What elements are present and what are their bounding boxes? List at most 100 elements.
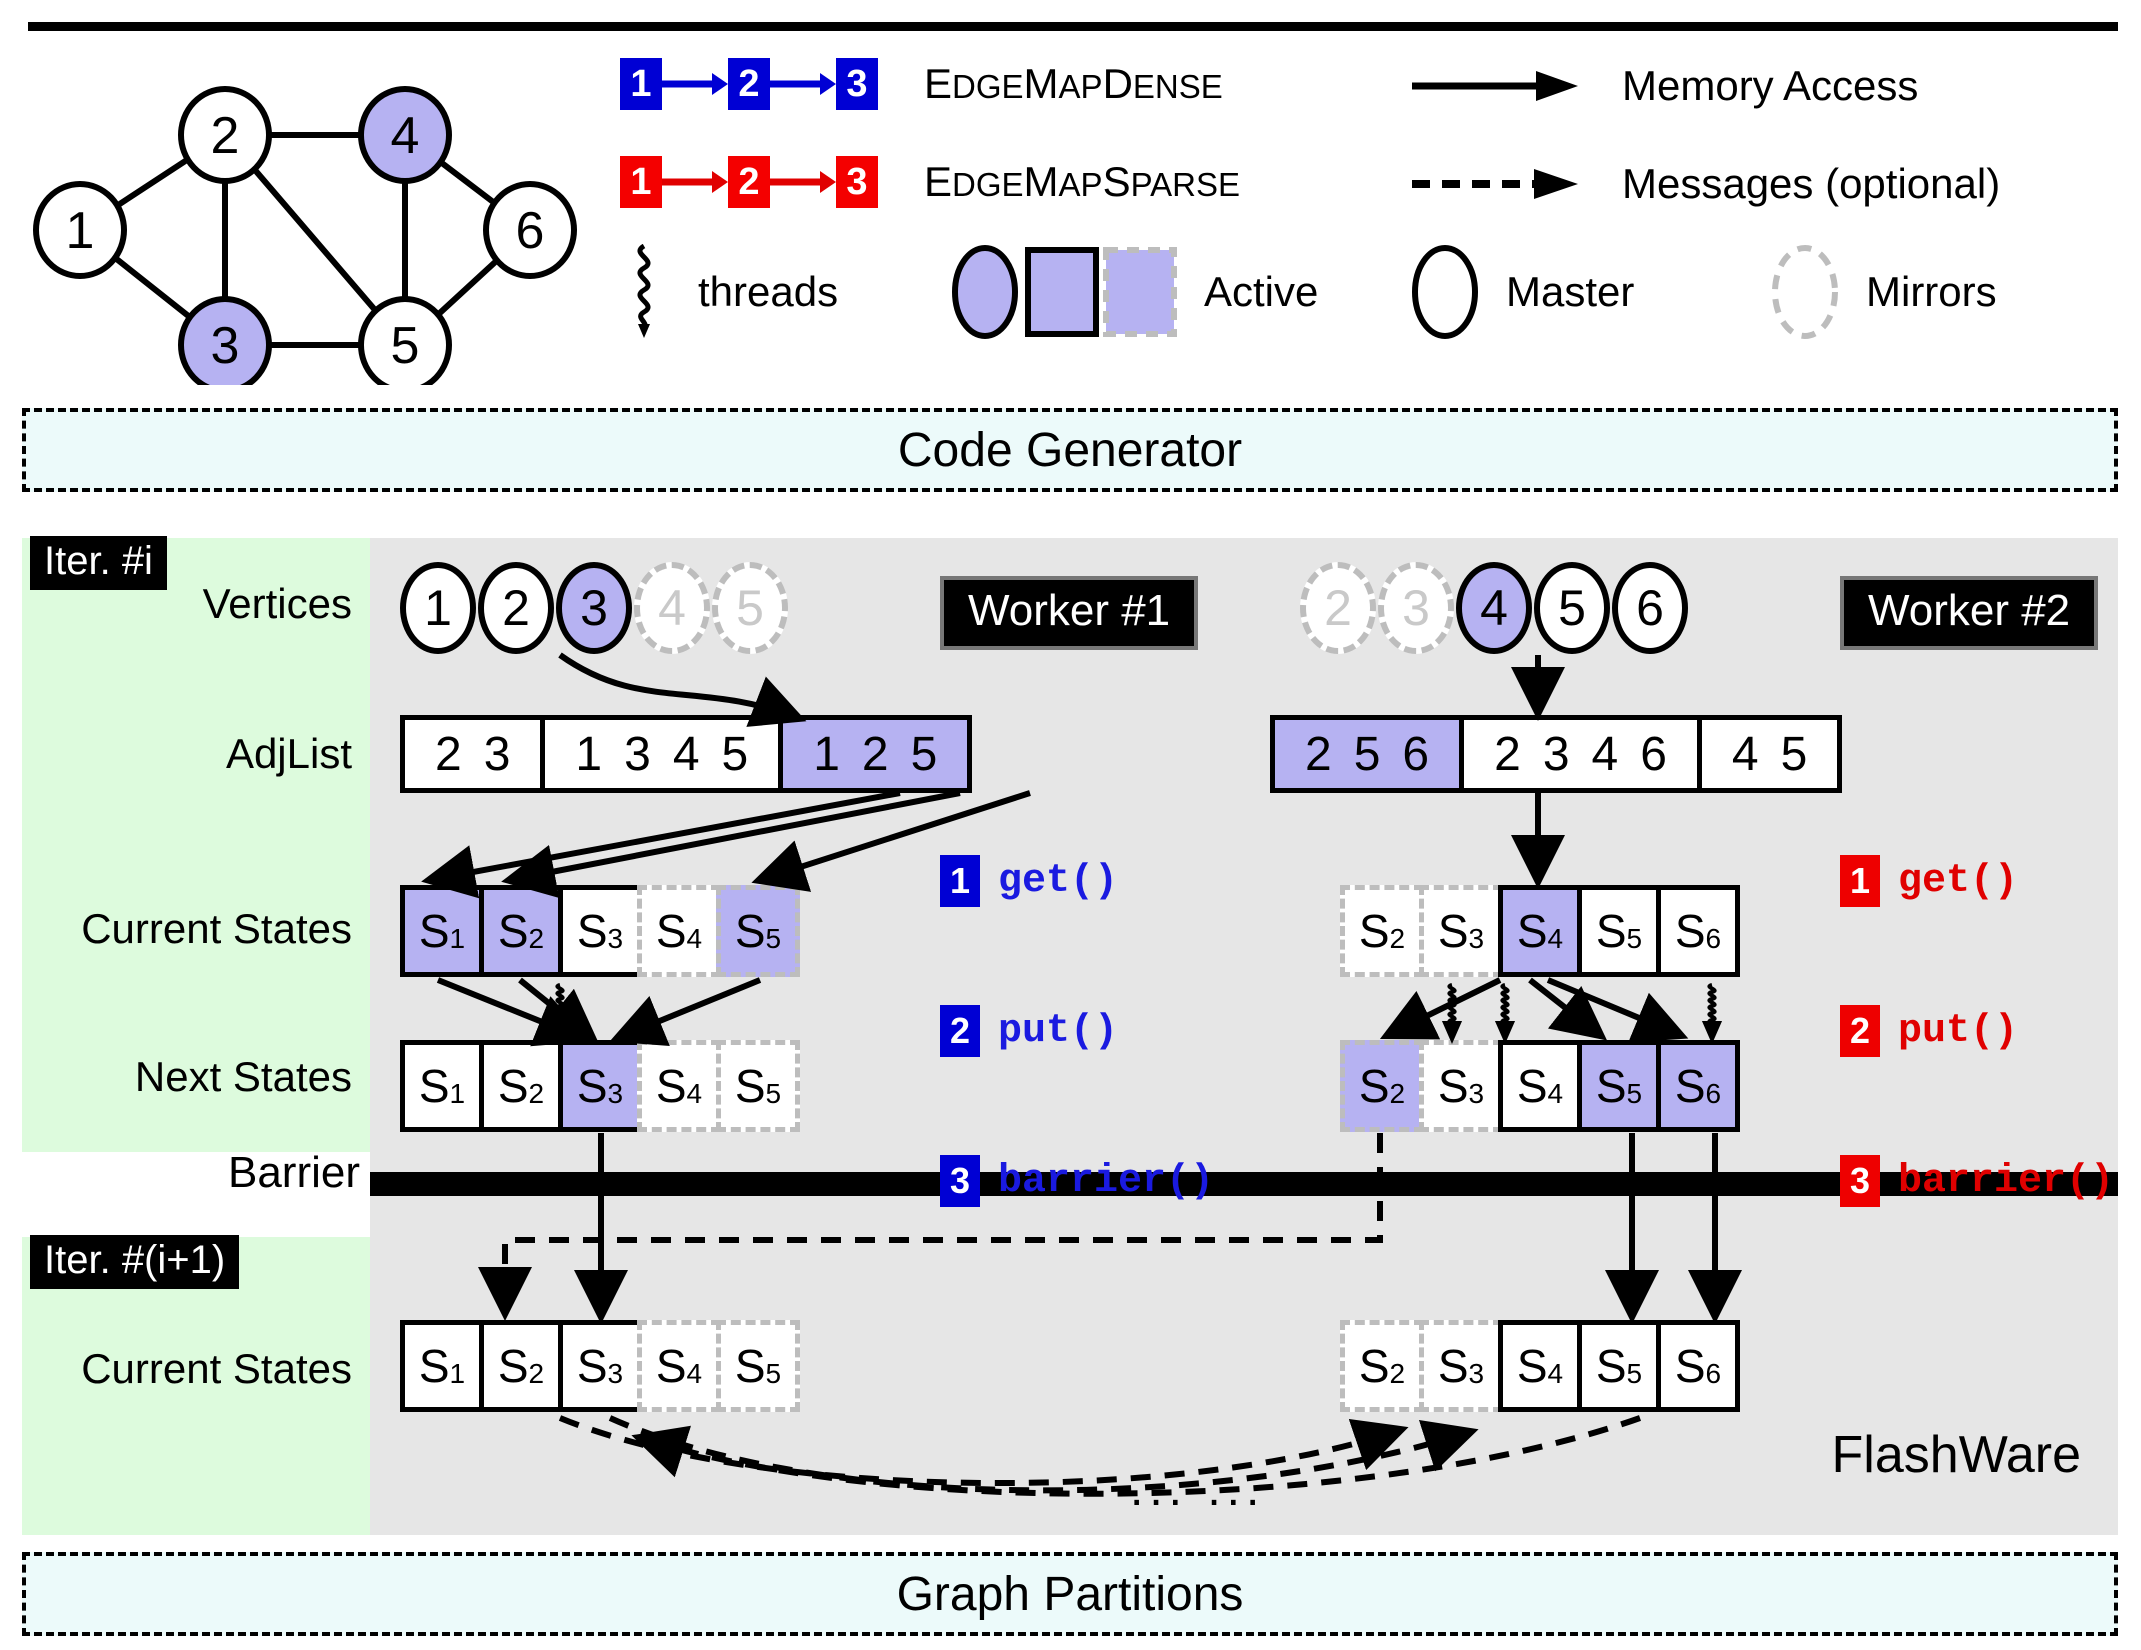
- worker-1-next-state-S4[interactable]: S4: [637, 1040, 721, 1132]
- state-label: S: [497, 1060, 529, 1112]
- worker-2-step-badge-2: 2: [1840, 1005, 1880, 1057]
- worker-1-current-state-S1[interactable]: S1: [400, 885, 484, 977]
- worker-2-next-state-S4[interactable]: S4: [1498, 1040, 1582, 1132]
- top-divider: [28, 22, 2118, 31]
- worker-2-current-state-S2[interactable]: S2: [1340, 885, 1424, 977]
- worker-2-next-states: S2S3S4S5S6: [1340, 1040, 1740, 1132]
- state-label: S: [1358, 1060, 1390, 1112]
- row-label-current-states: Current States: [81, 905, 352, 952]
- worker-2-vertex-5[interactable]: 5: [1534, 562, 1610, 654]
- worker-2-step-badge-3: 3: [1840, 1155, 1880, 1207]
- worker-1-vertex-5[interactable]: 5: [712, 562, 788, 654]
- state-label: S: [576, 1060, 608, 1112]
- worker-2-current-state-S5[interactable]: S5: [1577, 885, 1661, 977]
- worker-1-current-state-S3[interactable]: S3: [558, 885, 642, 977]
- state-index: 4: [1547, 1358, 1564, 1389]
- worker-1-current-state-S5[interactable]: S5: [716, 885, 800, 977]
- worker-2-vertex-3[interactable]: 3: [1378, 562, 1454, 654]
- state-label: S: [497, 905, 529, 957]
- worker-2-adjlist-cell-1[interactable]: 256: [1270, 715, 1465, 793]
- worker-2-next-iter-current-state-S6[interactable]: S6: [1656, 1320, 1740, 1412]
- worker-1-adjlist-cell-1[interactable]: 23: [400, 715, 546, 793]
- worker-1-vertices: 12345: [400, 562, 800, 658]
- step-badge-1-dense: 1: [620, 58, 662, 110]
- row-label-vertices: Vertices: [202, 580, 352, 627]
- state-index: 5: [1626, 1078, 1643, 1109]
- worker-1-next-iter-current-state-S2[interactable]: S2: [479, 1320, 563, 1412]
- worker-2-vertex-6[interactable]: 6: [1612, 562, 1688, 654]
- worker-2-step-fn-3: barrier(): [1898, 1158, 2115, 1204]
- worker-1-next-iter-current-state-S4[interactable]: S4: [637, 1320, 721, 1412]
- arrow-icon: [770, 171, 836, 193]
- state-label: S: [418, 1340, 450, 1392]
- arrow-icon: [662, 171, 728, 193]
- worker-1-adjlist-cell-3[interactable]: 125: [778, 715, 973, 793]
- worker-2-next-iter-current-state-S4[interactable]: S4: [1498, 1320, 1582, 1412]
- worker-1-vertex-2[interactable]: 2: [478, 562, 554, 654]
- solid-arrow-icon: [1412, 71, 1578, 101]
- worker-2-vertex-2[interactable]: 2: [1300, 562, 1376, 654]
- worker-1-current-state-S4[interactable]: S4: [637, 885, 721, 977]
- worker-2-next-iter-current-state-S2[interactable]: S2: [1340, 1320, 1424, 1412]
- state-label: S: [1358, 905, 1390, 957]
- worker-1-adjlist: 231345125: [400, 715, 973, 793]
- state-label: S: [655, 1340, 687, 1392]
- worker-2-next-state-S6[interactable]: S6: [1656, 1040, 1740, 1132]
- worker-1-vertex-3[interactable]: 3: [556, 562, 632, 654]
- active-mirror-square-icon: [1103, 247, 1177, 337]
- worker-1-vertex-1[interactable]: 1: [400, 562, 476, 654]
- worker-1-step-fn-3: barrier(): [998, 1158, 1215, 1204]
- worker-2-next-state-S3[interactable]: S3: [1419, 1040, 1503, 1132]
- worker-1-adjlist-cell-2[interactable]: 1345: [540, 715, 784, 793]
- iteration-i1-tag: Iter. #(i+1): [30, 1235, 240, 1289]
- state-label: S: [1437, 1060, 1469, 1112]
- worker-2-adjlist-value: 6: [1402, 727, 1430, 781]
- state-label: S: [1674, 1060, 1706, 1112]
- state-label: S: [655, 1060, 687, 1112]
- worker-2-adjlist-cell-2[interactable]: 2346: [1459, 715, 1702, 793]
- worker-2-step-row-3: 3 barrier(): [1840, 1155, 2114, 1207]
- worker-1-next-state-S5[interactable]: S5: [716, 1040, 800, 1132]
- worker-2-current-states: S2S3S4S5S6: [1340, 885, 1740, 977]
- step-badge-3-dense: 3: [836, 58, 878, 110]
- worker-1-current-state-S2[interactable]: S2: [479, 885, 563, 977]
- worker-2-next-state-S5[interactable]: S5: [1577, 1040, 1661, 1132]
- state-index: 3: [1468, 1358, 1485, 1389]
- legend-master-label: Master: [1506, 268, 1635, 315]
- worker-1-next-iter-current-state-S1[interactable]: S1: [400, 1320, 484, 1412]
- worker-1-next-state-S2[interactable]: S2: [479, 1040, 563, 1132]
- state-index: 2: [528, 1078, 545, 1109]
- worker-2-vertex-4[interactable]: 4: [1456, 562, 1532, 654]
- worker-2-adjlist-cell-3[interactable]: 45: [1696, 715, 1843, 793]
- worker-2-next-iter-current-state-S3[interactable]: S3: [1419, 1320, 1503, 1412]
- worker-1-next-iter-current-state-S3[interactable]: S3: [558, 1320, 642, 1412]
- worker-1-next-iter-current-states: S1S2S3S4S5: [400, 1320, 800, 1412]
- state-label: S: [1674, 1340, 1706, 1392]
- state-index: 1: [449, 1358, 466, 1389]
- state-index: 4: [686, 923, 703, 954]
- state-index: 5: [765, 1078, 782, 1109]
- worker-2-current-state-S3[interactable]: S3: [1419, 885, 1503, 977]
- worker-2-step-row-1: 1 get(): [1840, 855, 2018, 907]
- graph-node-label-1: 1: [66, 202, 95, 260]
- worker-2-current-state-S4[interactable]: S4: [1498, 885, 1582, 977]
- worker-2-next-state-S2[interactable]: S2: [1340, 1040, 1424, 1132]
- state-label: S: [497, 1340, 529, 1392]
- worker-1-next-state-S1[interactable]: S1: [400, 1040, 484, 1132]
- worker-1-next-state-S3[interactable]: S3: [558, 1040, 642, 1132]
- legend-active-label: Active: [1204, 268, 1319, 315]
- legend-memory-access-label: Memory Access: [1622, 62, 1919, 109]
- worker-1-step-fn-1: get(): [998, 858, 1119, 904]
- worker-2-next-iter-current-state-S5[interactable]: S5: [1577, 1320, 1661, 1412]
- worker-1-next-iter-current-state-S5[interactable]: S5: [716, 1320, 800, 1412]
- worker-1-vertex-4[interactable]: 4: [634, 562, 710, 654]
- worker-2-current-state-S6[interactable]: S6: [1656, 885, 1740, 977]
- legend-threads-label: threads: [698, 268, 839, 315]
- graph-node-label-6: 6: [516, 202, 545, 260]
- legend-master: Master: [1410, 244, 1634, 340]
- state-index: 6: [1705, 1358, 1722, 1389]
- arrow-icon: [662, 73, 728, 95]
- state-label: S: [576, 905, 608, 957]
- step-badge-1-sparse: 1: [620, 156, 662, 208]
- worker-1-adjlist-value: 1: [575, 727, 603, 781]
